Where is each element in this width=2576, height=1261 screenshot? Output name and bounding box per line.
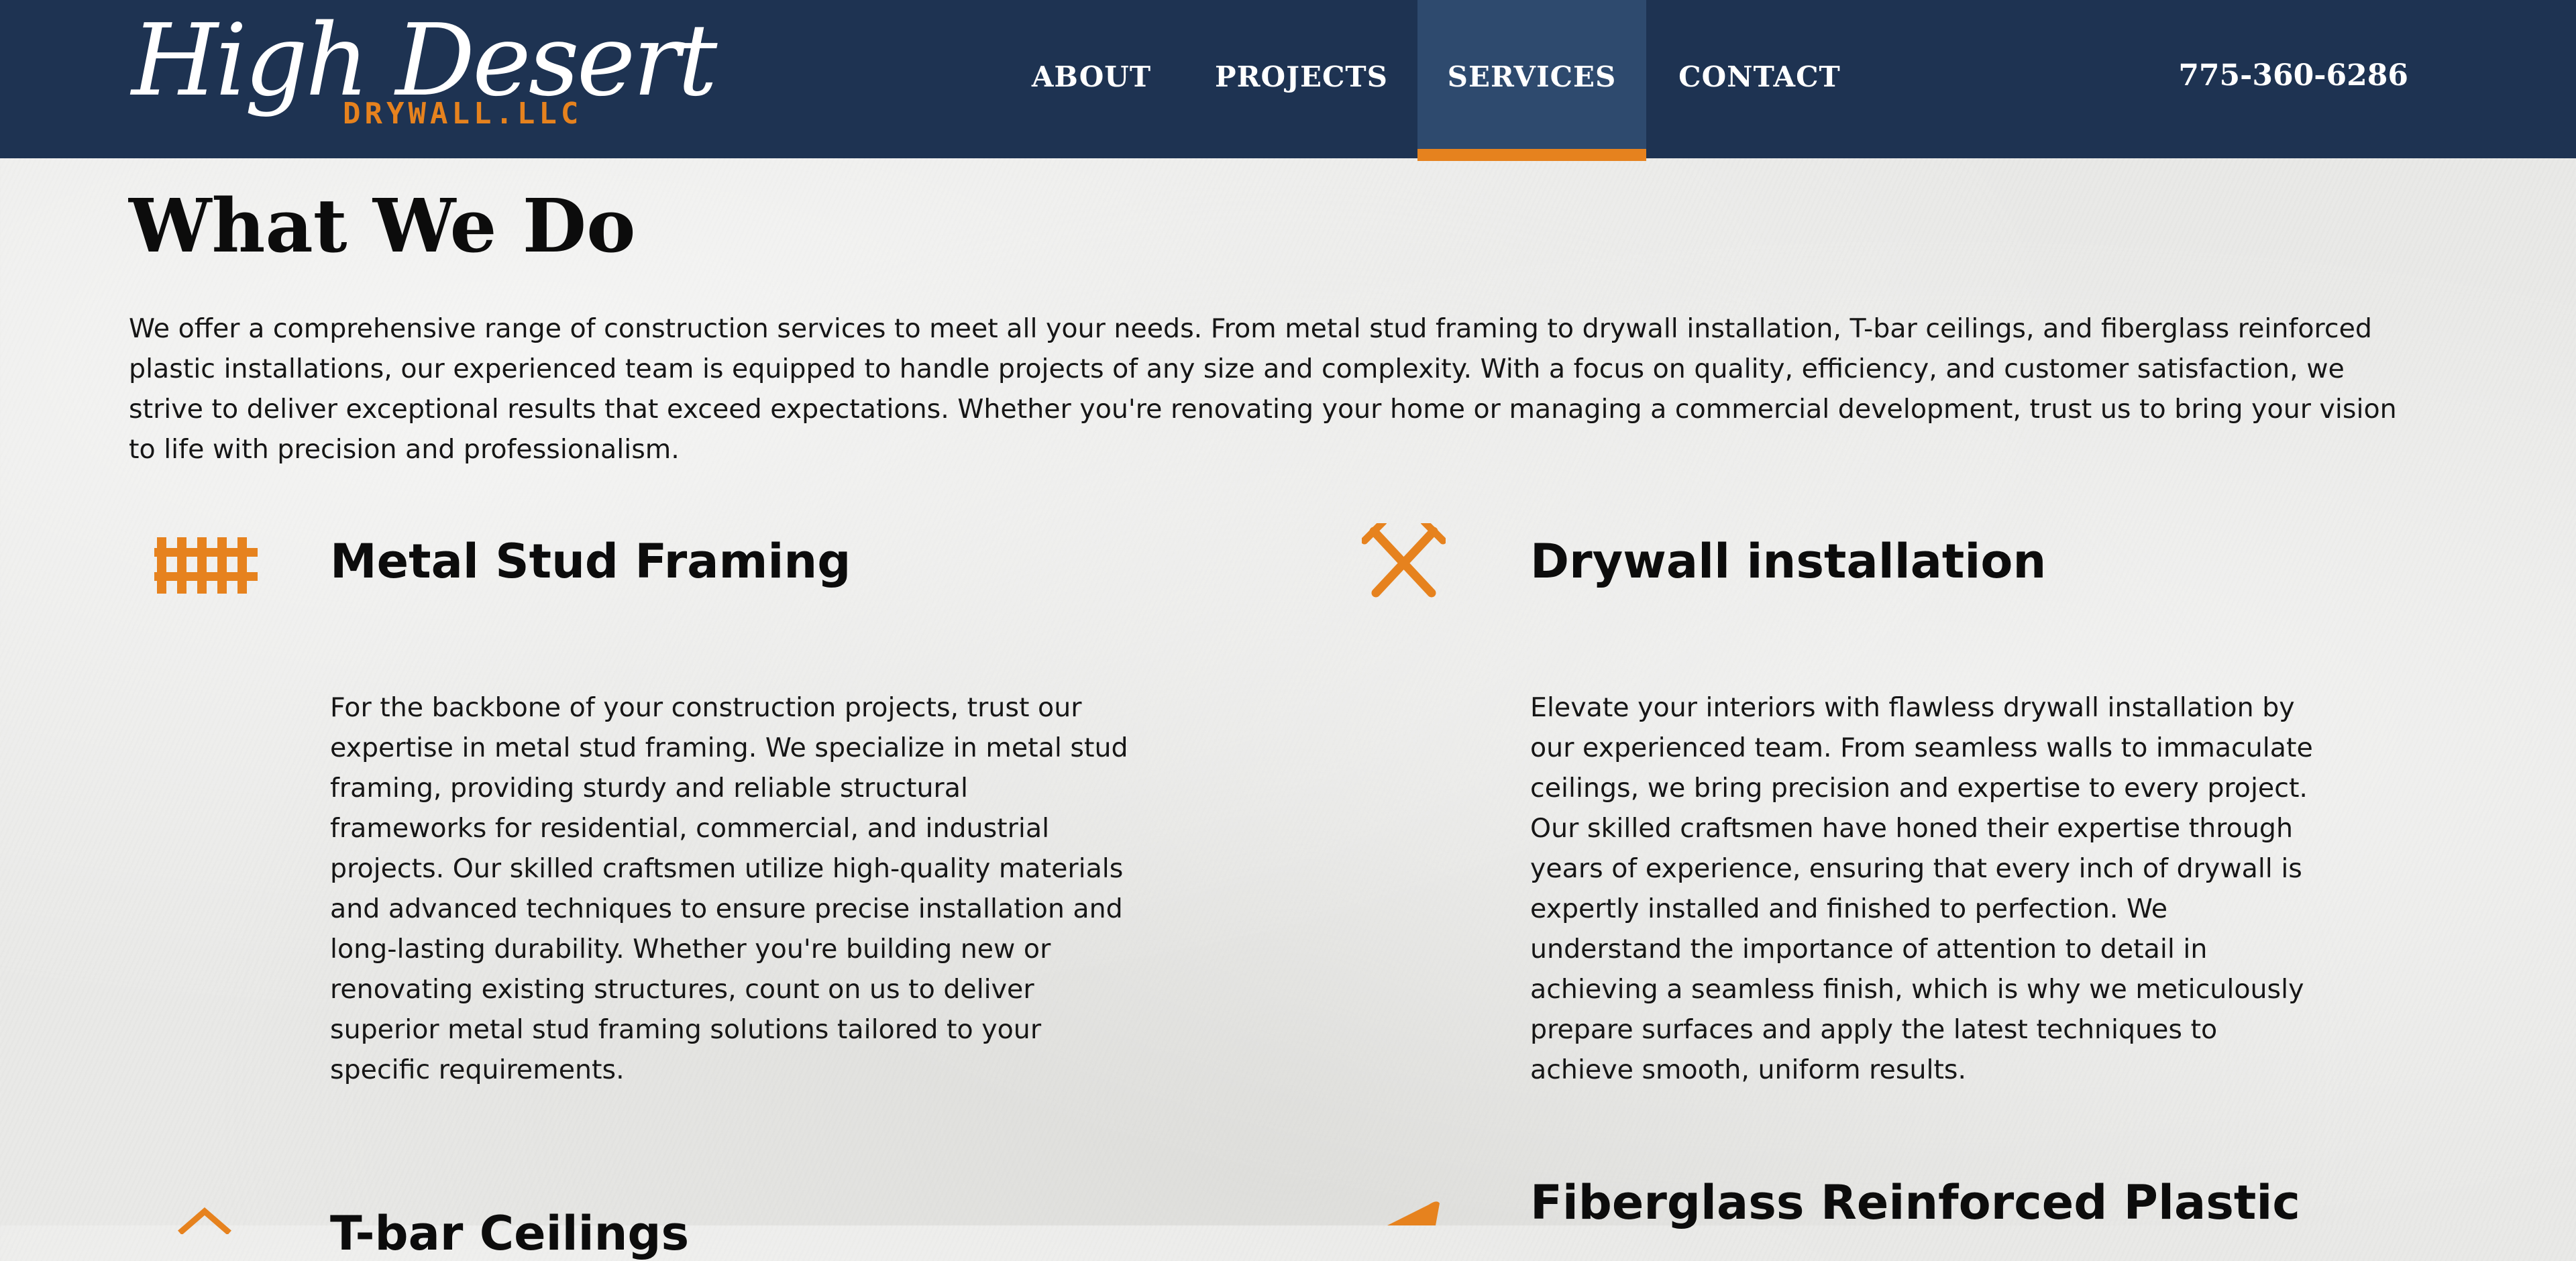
nav-item-services[interactable]: SERVICES xyxy=(1417,0,1646,161)
nav-item-projects[interactable]: PROJECTS xyxy=(1208,0,1395,158)
house-icon xyxy=(178,1207,231,1234)
intro-paragraph: We offer a comprehensive range of constr… xyxy=(129,313,2397,465)
nav-item-contact[interactable]: CONTACT xyxy=(1669,0,1850,158)
logo-subtitle: DRYWALL.LLC xyxy=(343,97,583,131)
service-title: Drywall installation xyxy=(1530,534,2047,589)
page-title: What We Do xyxy=(129,182,636,269)
brand-logo[interactable]: High Desert DRYWALL.LLC xyxy=(131,3,718,137)
service-title: T-bar Ceilings xyxy=(330,1206,690,1261)
trowel-icon xyxy=(1387,1201,1440,1225)
service-title: Fiberglass Reinforced Plastic xyxy=(1530,1175,2300,1230)
service-description: For the backbone of your construction pr… xyxy=(330,692,1128,1085)
crossed-screws-icon xyxy=(1362,523,1446,598)
service-description: Elevate your interiors with flawless dry… xyxy=(1530,692,2313,1085)
site-header: High Desert DRYWALL.LLC ABOUT PROJECTS S… xyxy=(0,0,2576,161)
fence-icon xyxy=(154,537,258,594)
service-title: Metal Stud Framing xyxy=(330,534,851,589)
nav-item-about[interactable]: ABOUT xyxy=(1014,0,1169,158)
phone-link[interactable]: 775-360-6286 xyxy=(2178,0,2408,158)
